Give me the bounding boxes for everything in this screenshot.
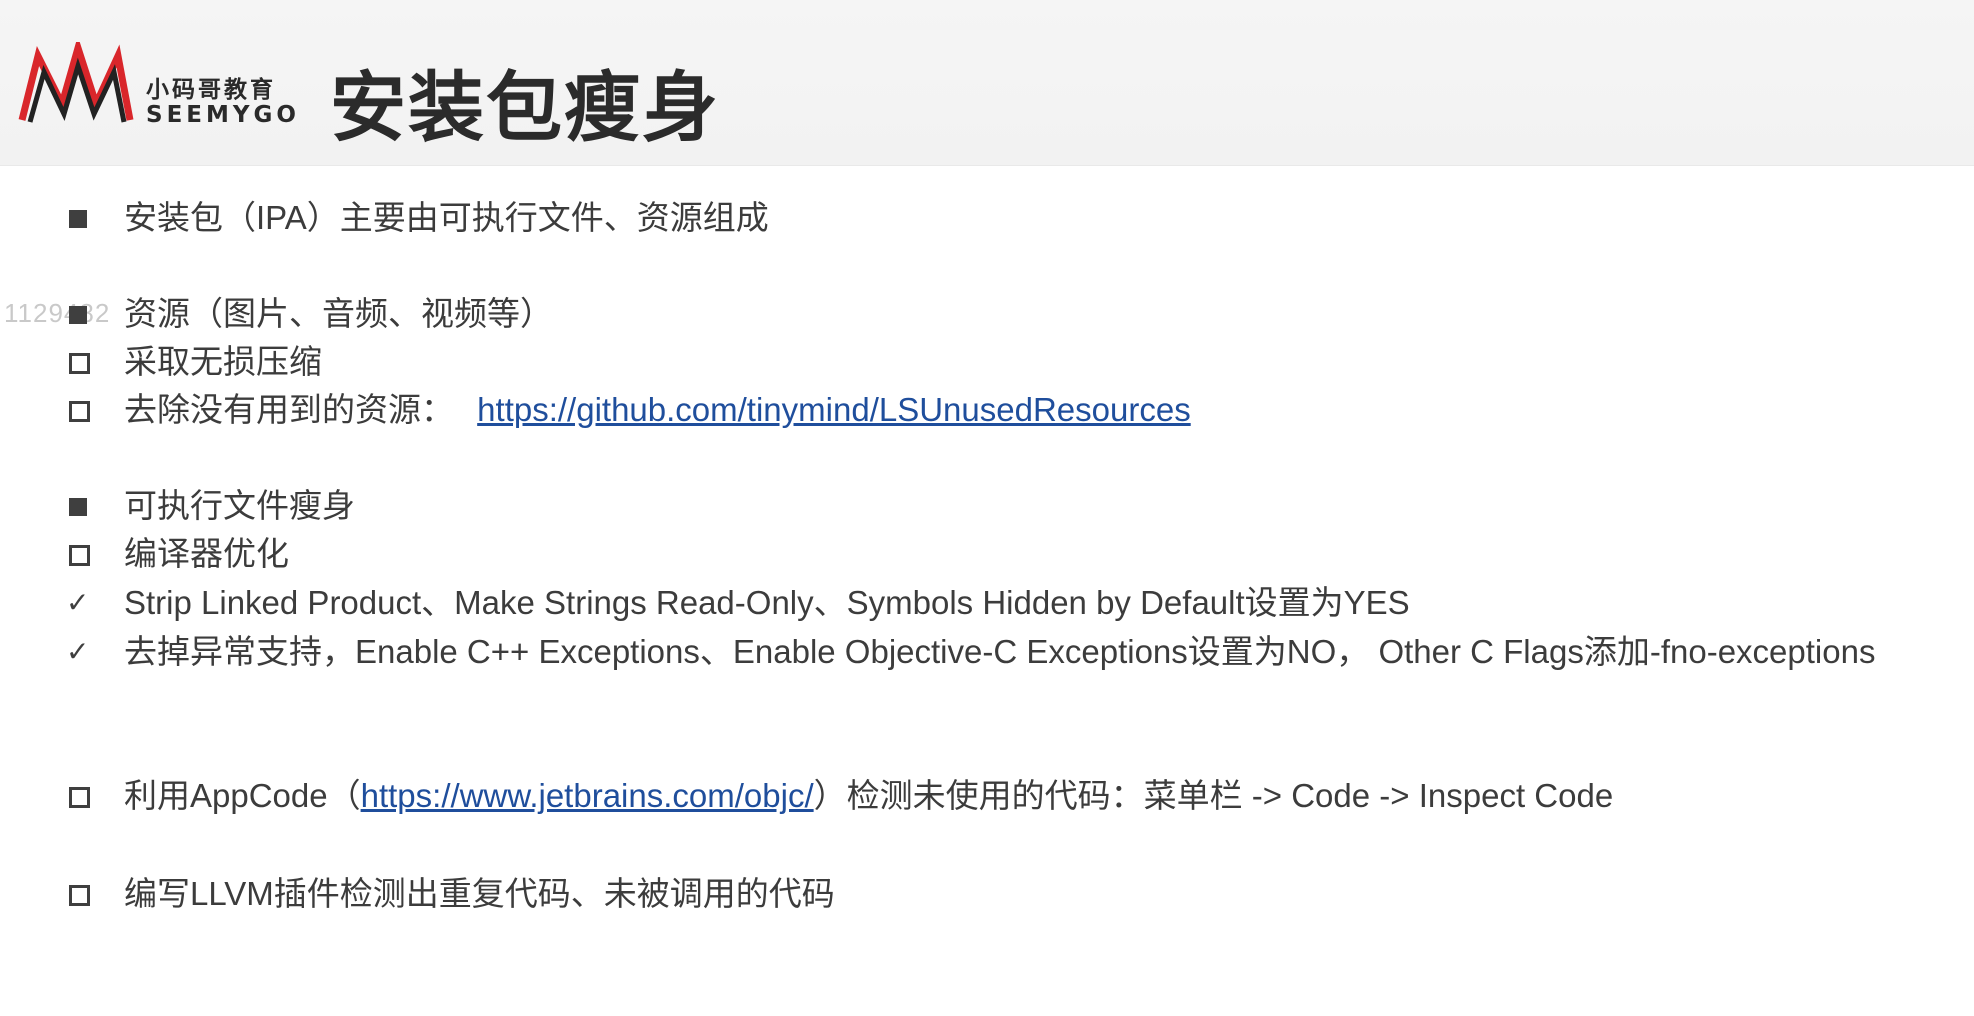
logo-mark-icon [18,42,134,123]
hollow-square-bullet-icon [66,870,94,918]
bullet-text: 采取无损压缩 [124,343,322,380]
bullet-text: 编译器优化 [124,535,289,572]
logo-english-text: SEEMYGO [146,102,300,128]
bullet-text: 去除没有用到的资源： [124,391,454,428]
lsunusedresources-link[interactable]: https://github.com/tinymind/LSUnusedReso… [477,391,1191,428]
hollow-square-bullet-icon [66,772,94,820]
filled-square-bullet-icon [66,290,94,338]
bullet-text-with-link: 利用AppCode（https://www.jetbrains.com/objc… [124,772,1613,820]
filled-square-bullet-icon [66,194,94,242]
bullet-text: 编写LLVM插件检测出重复代码、未被调用的代码 [124,875,835,912]
bullet-text: Strip Linked Product、Make Strings Read-O… [124,584,1410,621]
bullet-text: 安装包（IPA）主要由可执行文件、资源组成 [124,199,769,236]
filled-square-bullet-icon [66,482,94,530]
bullet-text-with-link: 去除没有用到的资源： https://github.com/tinymind/L… [124,386,1191,434]
bullet-text-after: ）检测未使用的代码：菜单栏 -> Code -> Inspect Code [813,777,1614,814]
slide-title: 安装包瘦身 [330,63,720,152]
hollow-square-bullet-icon [66,530,94,578]
check-mark-icon: ✓ [66,636,90,667]
bullet-text: 资源（图片、音频、视频等） [124,295,553,332]
logo-chinese-text: 小码哥教育 [146,77,276,103]
jetbrains-appcode-link[interactable]: https://www.jetbrains.com/objc/ [361,777,814,814]
bullet-text: 可执行文件瘦身 [124,487,355,524]
hollow-square-bullet-icon [66,338,94,386]
bullet-text: 去掉异常支持，Enable C++ Exceptions、Enable Obje… [124,633,1876,670]
seemygo-logo: 小码哥教育 SEEMYGO [18,42,296,128]
check-mark-icon: ✓ [66,587,90,618]
watermark-text: 1129482 [4,298,111,328]
bullet-text-before: 利用AppCode（ [124,777,361,814]
hollow-square-bullet-icon [66,386,94,434]
slide-header: 小码哥教育 SEEMYGO 安装包瘦身 [0,0,1974,166]
